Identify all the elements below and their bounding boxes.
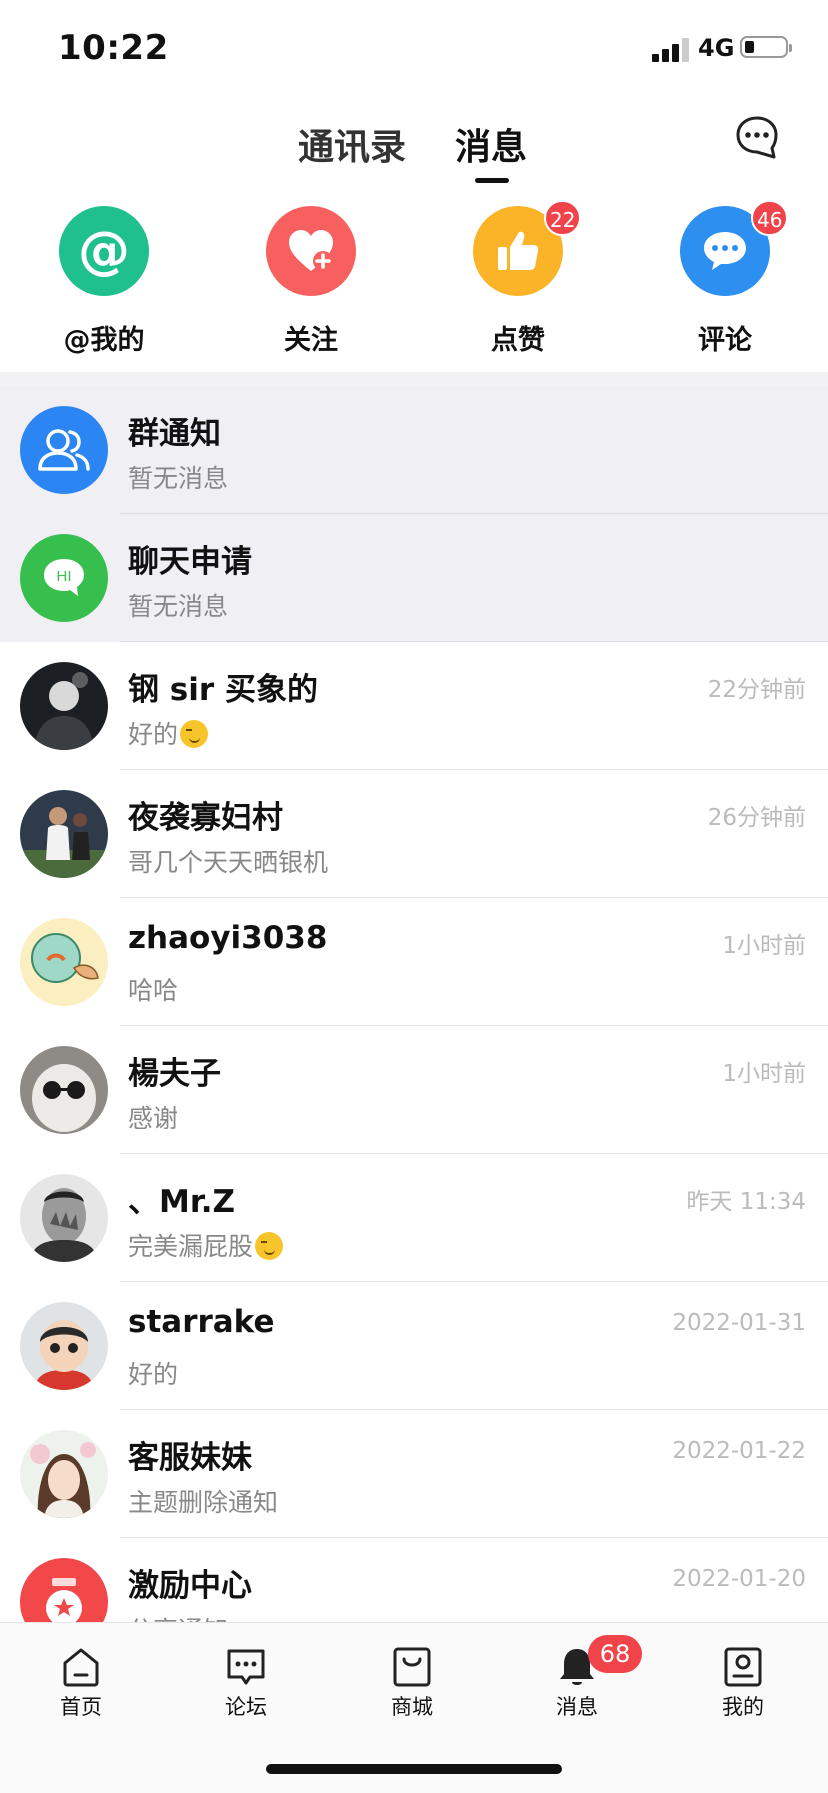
conversation-time: 2022-01-20 xyxy=(672,1566,806,1592)
conversation-name: 夜袭寡妇村 xyxy=(128,800,283,836)
likes-badge: 22 xyxy=(544,200,582,236)
network-type: 4G xyxy=(698,34,735,62)
quick-action-label: 评论 xyxy=(698,325,752,356)
conversation-preview: 暂无消息 xyxy=(128,592,229,621)
header-tabs: 通讯录 消息 xyxy=(0,96,828,186)
conversation-name: 钢 sir 买象的 xyxy=(128,672,318,708)
battery-icon xyxy=(740,36,792,58)
status-bar: 10:22 4G xyxy=(0,0,828,96)
conversation-name: 、Mr.Z xyxy=(128,1184,235,1220)
conversation-name: 激励中心 xyxy=(128,1568,252,1604)
svg-text:HI: HI xyxy=(57,568,72,585)
list-item[interactable]: starrake 好的 2022-01-31 xyxy=(0,1282,828,1410)
conversation-preview: 好的 xyxy=(128,715,209,751)
smirk-emoji-icon xyxy=(255,1232,284,1260)
nav-label: 商城 xyxy=(391,1695,433,1719)
conversation-name: 客服妹妹 xyxy=(128,1440,252,1476)
conversation-time: 2022-01-31 xyxy=(672,1310,806,1336)
home-icon xyxy=(63,1648,99,1687)
nav-label: 我的 xyxy=(722,1695,764,1719)
home-indicator xyxy=(266,1764,562,1774)
conversation-name: starrake xyxy=(128,1304,275,1340)
quick-action-mentions[interactable]: @ @我的 xyxy=(34,200,174,360)
nav-forum[interactable]: 论坛 xyxy=(191,1645,301,1721)
nav-label: 论坛 xyxy=(225,1695,267,1719)
conversation-name: zhaoyi3038 xyxy=(128,920,328,956)
conversation-time: 26分钟前 xyxy=(707,805,806,831)
list-item[interactable]: 客服妹妹 主题删除通知 2022-01-22 xyxy=(0,1410,828,1538)
shop-bag-icon xyxy=(393,1647,431,1687)
hi-chat-icon: HI xyxy=(20,534,108,622)
nav-shop[interactable]: 商城 xyxy=(357,1645,467,1721)
conversation-time: 1小时前 xyxy=(722,1061,806,1087)
nav-profile[interactable]: 我的 xyxy=(688,1645,798,1721)
conversation-time: 1小时前 xyxy=(722,933,806,959)
conversation-time: 2022-01-22 xyxy=(672,1438,806,1464)
conversation-name: 楊夫子 xyxy=(128,1056,221,1092)
quick-action-follow[interactable]: 关注 xyxy=(241,200,381,360)
message-list: 群通知 暂无消息 HI 聊天申请 暂无消息 钢 sir 买象的 好的 22分钟前… xyxy=(0,386,828,1666)
conversation-name: 群通知 xyxy=(128,416,221,452)
list-item[interactable]: 夜袭寡妇村 哥几个天天晒银机 26分钟前 xyxy=(0,770,828,898)
list-item[interactable]: 钢 sir 买象的 好的 22分钟前 xyxy=(0,642,828,770)
conversation-preview: 哈哈 xyxy=(128,976,179,1005)
conversation-name: 聊天申请 xyxy=(128,544,252,580)
conversation-time: 昨天 11:34 xyxy=(686,1189,806,1215)
signal-icon xyxy=(652,38,692,62)
avatar[interactable] xyxy=(20,1046,108,1134)
conversation-preview: 主题删除通知 xyxy=(128,1488,279,1517)
conversation-preview: 完美漏屁股 xyxy=(128,1227,284,1263)
list-item[interactable]: zhaoyi3038 哈哈 1小时前 xyxy=(0,898,828,1026)
list-item-chat-request[interactable]: HI 聊天申请 暂无消息 xyxy=(0,514,828,642)
nav-label: 消息 xyxy=(556,1695,598,1719)
conversation-preview: 哥几个天天晒银机 xyxy=(128,848,329,877)
conversation-preview: 暂无消息 xyxy=(128,464,229,493)
conversation-preview: 好的 xyxy=(128,1360,179,1389)
at-icon: @ xyxy=(59,206,149,296)
forum-icon xyxy=(227,1649,265,1685)
avatar[interactable] xyxy=(20,1174,108,1262)
chat-bubble-icon[interactable] xyxy=(734,115,780,161)
nav-home[interactable]: 首页 xyxy=(26,1645,136,1721)
list-item-group-notice[interactable]: 群通知 暂无消息 xyxy=(0,386,828,514)
nav-label: 首页 xyxy=(60,1695,102,1719)
group-icon xyxy=(20,406,108,494)
list-item[interactable]: 、Mr.Z 完美漏屁股 昨天 11:34 xyxy=(0,1154,828,1282)
profile-icon xyxy=(724,1647,762,1687)
status-time: 10:22 xyxy=(58,28,169,68)
avatar[interactable] xyxy=(20,790,108,878)
quick-action-label: 关注 xyxy=(284,325,338,356)
avatar[interactable] xyxy=(20,1430,108,1518)
messages-unread-badge: 68 xyxy=(588,1635,642,1673)
conversation-preview: 感谢 xyxy=(128,1104,179,1133)
quick-action-comments[interactable]: 46 评论 xyxy=(655,200,795,360)
avatar[interactable] xyxy=(20,1302,108,1390)
quick-action-label: 点赞 xyxy=(491,325,545,356)
tab-messages[interactable]: 消息 xyxy=(455,118,527,170)
tab-contacts[interactable]: 通讯录 xyxy=(298,118,406,170)
conversation-time: 22分钟前 xyxy=(707,677,806,703)
nav-messages[interactable]: 68 消息 xyxy=(522,1635,642,1721)
heart-plus-icon xyxy=(266,206,356,296)
smirk-emoji-icon xyxy=(180,720,209,748)
avatar[interactable] xyxy=(20,662,108,750)
list-item[interactable]: 楊夫子 感谢 1小时前 xyxy=(0,1026,828,1154)
quick-action-likes[interactable]: 22 点赞 xyxy=(448,200,588,360)
avatar[interactable] xyxy=(20,918,108,1006)
section-divider xyxy=(0,372,828,386)
quick-action-label: @我的 xyxy=(63,325,145,356)
active-tab-indicator xyxy=(475,178,509,183)
quick-actions: @ @我的 关注 22 点赞 46 评论 xyxy=(0,200,828,370)
comments-badge: 46 xyxy=(751,200,789,236)
